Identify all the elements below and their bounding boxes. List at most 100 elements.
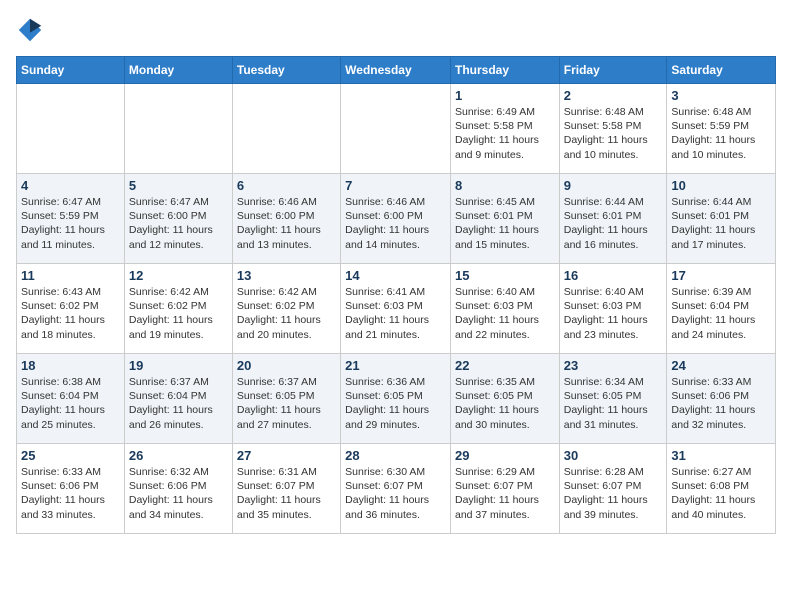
day-info: Sunrise: 6:30 AM Sunset: 6:07 PM Dayligh… <box>345 465 446 522</box>
day-info: Sunrise: 6:28 AM Sunset: 6:07 PM Dayligh… <box>564 465 663 522</box>
calendar-cell: 14 Sunrise: 6:41 AM Sunset: 6:03 PM Dayli… <box>341 264 451 354</box>
weekday-header-monday: Monday <box>124 57 232 84</box>
day-number: 11 <box>21 268 120 283</box>
day-info: Sunrise: 6:46 AM Sunset: 6:00 PM Dayligh… <box>345 195 446 252</box>
calendar-cell: 24Sunrise: 6:33 AM Sunset: 6:06 PM Dayli… <box>667 354 776 444</box>
day-info: Sunrise: 6:44 AM Sunset: 6:01 PM Dayligh… <box>671 195 771 252</box>
calendar-cell: 31Sunrise: 6:27 AM Sunset: 6:08 PM Dayli… <box>667 444 776 534</box>
weekday-header-thursday: Thursday <box>450 57 559 84</box>
calendar-cell: 23 Sunrise: 6:34 AM Sunset: 6:05 PM Dayli… <box>559 354 667 444</box>
calendar-cell: 6Sunrise: 6:46 AM Sunset: 6:00 PM Daylig… <box>232 174 340 264</box>
calendar-body: 1 Sunrise: 6:49 AM Sunset: 5:58 PM Daylig… <box>17 84 776 534</box>
calendar-cell <box>17 84 125 174</box>
day-number: 9 <box>564 178 663 193</box>
calendar-header: SundayMondayTuesdayWednesdayThursdayFrid… <box>17 57 776 84</box>
day-info: Sunrise: 6:44 AM Sunset: 6:01 PM Dayligh… <box>564 195 663 252</box>
calendar-cell: 21Sunrise: 6:36 AM Sunset: 6:05 PM Dayli… <box>341 354 451 444</box>
weekday-header-row: SundayMondayTuesdayWednesdayThursdayFrid… <box>17 57 776 84</box>
day-number: 7 <box>345 178 446 193</box>
calendar-cell: 1 Sunrise: 6:49 AM Sunset: 5:58 PM Daylig… <box>450 84 559 174</box>
logo <box>16 16 48 44</box>
day-info: Sunrise: 6:42 AM Sunset: 6:02 PM Dayligh… <box>237 285 336 342</box>
weekday-header-wednesday: Wednesday <box>341 57 451 84</box>
calendar-week-2: 4 Sunrise: 6:47 AM Sunset: 5:59 PM Daylig… <box>17 174 776 264</box>
calendar-week-3: 11 Sunrise: 6:43 AM Sunset: 6:02 PM Dayli… <box>17 264 776 354</box>
day-number: 5 <box>129 178 228 193</box>
calendar-week-1: 1 Sunrise: 6:49 AM Sunset: 5:58 PM Daylig… <box>17 84 776 174</box>
day-info: Sunrise: 6:42 AM Sunset: 6:02 PM Dayligh… <box>129 285 228 342</box>
day-number: 26 <box>129 448 228 463</box>
calendar-cell: 18 Sunrise: 6:38 AM Sunset: 6:04 PM Dayli… <box>17 354 125 444</box>
calendar-cell: 2Sunrise: 6:48 AM Sunset: 5:58 PM Daylig… <box>559 84 667 174</box>
day-number: 1 <box>455 88 555 103</box>
calendar-cell: 10 Sunrise: 6:44 AM Sunset: 6:01 PM Dayli… <box>667 174 776 264</box>
calendar-cell: 16 Sunrise: 6:40 AM Sunset: 6:03 PM Dayli… <box>559 264 667 354</box>
day-number: 4 <box>21 178 120 193</box>
calendar-week-5: 25 Sunrise: 6:33 AM Sunset: 6:06 PM Dayli… <box>17 444 776 534</box>
day-info: Sunrise: 6:32 AM Sunset: 6:06 PM Dayligh… <box>129 465 228 522</box>
day-info: Sunrise: 6:47 AM Sunset: 6:00 PM Dayligh… <box>129 195 228 252</box>
day-number: 24 <box>671 358 771 373</box>
calendar-table: SundayMondayTuesdayWednesdayThursdayFrid… <box>16 56 776 534</box>
day-info: Sunrise: 6:38 AM Sunset: 6:04 PM Dayligh… <box>21 375 120 432</box>
day-info: Sunrise: 6:45 AM Sunset: 6:01 PM Dayligh… <box>455 195 555 252</box>
calendar-cell: 22 Sunrise: 6:35 AM Sunset: 6:05 PM Dayli… <box>450 354 559 444</box>
day-info: Sunrise: 6:35 AM Sunset: 6:05 PM Dayligh… <box>455 375 555 432</box>
calendar-cell: 4 Sunrise: 6:47 AM Sunset: 5:59 PM Daylig… <box>17 174 125 264</box>
calendar-week-4: 18 Sunrise: 6:38 AM Sunset: 6:04 PM Dayli… <box>17 354 776 444</box>
day-info: Sunrise: 6:47 AM Sunset: 5:59 PM Dayligh… <box>21 195 120 252</box>
calendar-cell: 11 Sunrise: 6:43 AM Sunset: 6:02 PM Dayli… <box>17 264 125 354</box>
day-info: Sunrise: 6:40 AM Sunset: 6:03 PM Dayligh… <box>455 285 555 342</box>
day-number: 15 <box>455 268 555 283</box>
day-info: Sunrise: 6:37 AM Sunset: 6:05 PM Dayligh… <box>237 375 336 432</box>
day-info: Sunrise: 6:31 AM Sunset: 6:07 PM Dayligh… <box>237 465 336 522</box>
calendar-cell: 8 Sunrise: 6:45 AM Sunset: 6:01 PM Daylig… <box>450 174 559 264</box>
day-number: 3 <box>671 88 771 103</box>
day-info: Sunrise: 6:27 AM Sunset: 6:08 PM Dayligh… <box>671 465 771 522</box>
day-info: Sunrise: 6:49 AM Sunset: 5:58 PM Dayligh… <box>455 105 555 162</box>
day-number: 18 <box>21 358 120 373</box>
day-info: Sunrise: 6:39 AM Sunset: 6:04 PM Dayligh… <box>671 285 771 342</box>
day-info: Sunrise: 6:34 AM Sunset: 6:05 PM Dayligh… <box>564 375 663 432</box>
day-info: Sunrise: 6:40 AM Sunset: 6:03 PM Dayligh… <box>564 285 663 342</box>
day-number: 22 <box>455 358 555 373</box>
calendar-cell: 27Sunrise: 6:31 AM Sunset: 6:07 PM Dayli… <box>232 444 340 534</box>
day-number: 25 <box>21 448 120 463</box>
calendar-cell: 28 Sunrise: 6:30 AM Sunset: 6:07 PM Dayli… <box>341 444 451 534</box>
day-info: Sunrise: 6:48 AM Sunset: 5:59 PM Dayligh… <box>671 105 771 162</box>
day-number: 14 <box>345 268 446 283</box>
day-info: Sunrise: 6:43 AM Sunset: 6:02 PM Dayligh… <box>21 285 120 342</box>
day-number: 2 <box>564 88 663 103</box>
day-number: 6 <box>237 178 336 193</box>
calendar-cell <box>124 84 232 174</box>
weekday-header-sunday: Sunday <box>17 57 125 84</box>
day-number: 29 <box>455 448 555 463</box>
calendar-cell: 26 Sunrise: 6:32 AM Sunset: 6:06 PM Dayli… <box>124 444 232 534</box>
page-header <box>16 16 776 44</box>
calendar-cell: 30 Sunrise: 6:28 AM Sunset: 6:07 PM Dayli… <box>559 444 667 534</box>
logo-icon <box>16 16 44 44</box>
day-number: 28 <box>345 448 446 463</box>
day-number: 10 <box>671 178 771 193</box>
day-number: 17 <box>671 268 771 283</box>
weekday-header-saturday: Saturday <box>667 57 776 84</box>
day-number: 8 <box>455 178 555 193</box>
day-number: 13 <box>237 268 336 283</box>
day-number: 21 <box>345 358 446 373</box>
weekday-header-tuesday: Tuesday <box>232 57 340 84</box>
calendar-cell: 3 Sunrise: 6:48 AM Sunset: 5:59 PM Daylig… <box>667 84 776 174</box>
day-number: 16 <box>564 268 663 283</box>
calendar-cell: 7 Sunrise: 6:46 AM Sunset: 6:00 PM Daylig… <box>341 174 451 264</box>
calendar-cell: 5 Sunrise: 6:47 AM Sunset: 6:00 PM Daylig… <box>124 174 232 264</box>
calendar-cell <box>232 84 340 174</box>
day-number: 20 <box>237 358 336 373</box>
day-number: 30 <box>564 448 663 463</box>
day-info: Sunrise: 6:33 AM Sunset: 6:06 PM Dayligh… <box>21 465 120 522</box>
calendar-cell: 29 Sunrise: 6:29 AM Sunset: 6:07 PM Dayli… <box>450 444 559 534</box>
calendar-cell: 12Sunrise: 6:42 AM Sunset: 6:02 PM Dayli… <box>124 264 232 354</box>
day-info: Sunrise: 6:41 AM Sunset: 6:03 PM Dayligh… <box>345 285 446 342</box>
calendar-cell: 13 Sunrise: 6:42 AM Sunset: 6:02 PM Dayli… <box>232 264 340 354</box>
calendar-cell: 17 Sunrise: 6:39 AM Sunset: 6:04 PM Dayli… <box>667 264 776 354</box>
day-number: 23 <box>564 358 663 373</box>
day-info: Sunrise: 6:29 AM Sunset: 6:07 PM Dayligh… <box>455 465 555 522</box>
